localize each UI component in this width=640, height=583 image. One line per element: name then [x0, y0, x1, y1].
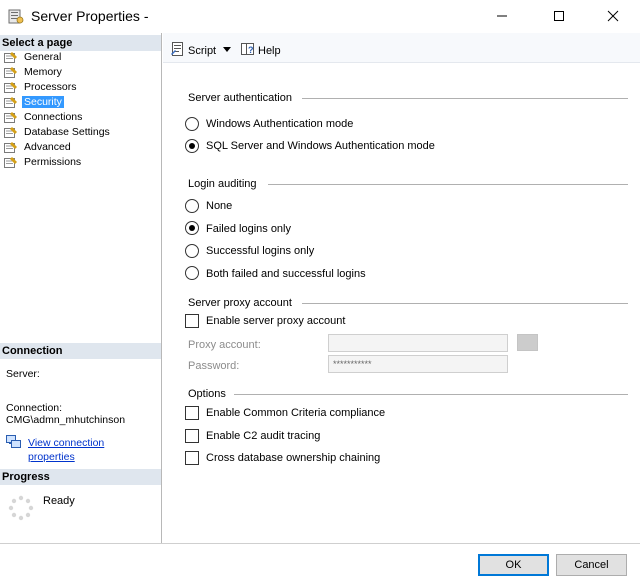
page-item-label: Security [22, 96, 64, 108]
connection-label: Connection: [6, 402, 63, 414]
toolbar [163, 33, 640, 63]
windows-auth-radio[interactable] [185, 117, 199, 131]
wrench-page-icon [4, 157, 18, 168]
progress-spinner-icon [8, 495, 34, 521]
script-dropdown-button[interactable] [222, 41, 232, 60]
minimize-button[interactable] [479, 0, 525, 32]
page-item-label: Database Settings [24, 126, 110, 138]
select-page-header: Select a page [0, 35, 161, 51]
sql-windows-auth-radio[interactable] [185, 139, 199, 153]
page-list: General Memory Processors Security Conne… [0, 50, 160, 170]
proxy-account-label: Proxy account: [188, 339, 261, 351]
script-label: Script [188, 44, 217, 57]
group-divider [302, 303, 628, 304]
audit-none-label[interactable]: None [206, 200, 232, 212]
wrench-page-icon [4, 52, 18, 63]
enable-proxy-label[interactable]: Enable server proxy account [206, 315, 345, 327]
ok-button[interactable]: OK [478, 554, 549, 576]
windows-auth-label[interactable]: Windows Authentication mode [206, 118, 353, 130]
common-criteria-label[interactable]: Enable Common Criteria compliance [206, 407, 385, 419]
audit-failed-label[interactable]: Failed logins only [206, 223, 291, 235]
progress-header: Progress [0, 469, 161, 485]
page-item-general[interactable]: General [0, 50, 160, 65]
connection-header: Connection [0, 343, 161, 359]
page-item-label: General [24, 51, 62, 63]
audit-successful-radio[interactable] [185, 244, 199, 258]
sql-windows-auth-label[interactable]: SQL Server and Windows Authentication mo… [206, 140, 435, 152]
cross-db-chaining-checkbox[interactable] [185, 451, 199, 465]
page-item-label: Processors [24, 81, 77, 93]
server-authentication-title: Server authentication [188, 92, 292, 104]
wrench-page-icon [4, 127, 18, 138]
password-input[interactable]: *********** [328, 355, 508, 373]
c2-audit-checkbox[interactable] [185, 429, 199, 443]
window-title: Server Properties - [31, 8, 149, 24]
svg-text:?: ? [248, 45, 254, 55]
minimize-icon [497, 15, 507, 17]
view-connection-line1[interactable]: View connection [28, 436, 104, 450]
wrench-page-icon [4, 82, 18, 93]
audit-both-radio[interactable] [185, 266, 199, 280]
left-pane: Select a page General Memory Processors … [0, 33, 162, 543]
options-title: Options [188, 388, 226, 400]
proxy-account-browse-button[interactable] [517, 334, 538, 351]
c2-audit-label[interactable]: Enable C2 audit tracing [206, 430, 320, 442]
page-item-database-settings[interactable]: Database Settings [0, 125, 160, 140]
page-item-label: Memory [24, 66, 62, 78]
audit-none-radio[interactable] [185, 199, 199, 213]
login-auditing-title: Login auditing [188, 178, 257, 190]
view-connection-properties-link[interactable]: View connection properties [28, 436, 104, 464]
server-label: Server: [6, 368, 40, 380]
title-bar: Server Properties - [0, 0, 640, 32]
password-label: Password: [188, 360, 240, 372]
page-item-processors[interactable]: Processors [0, 80, 160, 95]
page-item-label: Connections [24, 111, 83, 123]
wrench-page-icon [4, 142, 18, 153]
chevron-down-icon [222, 41, 232, 60]
group-divider [234, 394, 628, 395]
bottom-divider [0, 543, 640, 544]
close-icon [607, 10, 619, 22]
wrench-page-icon [4, 97, 18, 108]
connection-properties-icon [6, 435, 22, 449]
maximize-button[interactable] [536, 0, 582, 32]
audit-successful-label[interactable]: Successful logins only [206, 245, 314, 257]
connection-value: CMG\admn_mhutchinson [6, 414, 126, 426]
page-item-security[interactable]: Security [0, 95, 160, 110]
page-item-connections[interactable]: Connections [0, 110, 160, 125]
close-button[interactable] [590, 0, 636, 32]
cross-db-chaining-label[interactable]: Cross database ownership chaining [206, 452, 380, 464]
common-criteria-checkbox[interactable] [185, 406, 199, 420]
cancel-button[interactable]: Cancel [556, 554, 627, 576]
server-proxy-title: Server proxy account [188, 297, 292, 309]
progress-status: Ready [43, 495, 75, 507]
server-properties-icon [8, 8, 24, 24]
page-item-advanced[interactable]: Advanced [0, 140, 160, 155]
help-button[interactable]: ? Help [240, 41, 281, 60]
page-item-memory[interactable]: Memory [0, 65, 160, 80]
script-button[interactable]: Script [170, 41, 216, 60]
audit-failed-radio[interactable] [185, 221, 199, 235]
wrench-page-icon [4, 112, 18, 123]
page-item-label: Advanced [24, 141, 71, 153]
group-divider [268, 184, 628, 185]
wrench-page-icon [4, 67, 18, 78]
maximize-icon [554, 11, 564, 21]
help-icon: ? [240, 41, 256, 60]
help-label: Help [258, 44, 281, 57]
script-icon [170, 41, 186, 60]
view-connection-line2[interactable]: properties [28, 450, 104, 464]
enable-proxy-checkbox[interactable] [185, 314, 199, 328]
page-item-label: Permissions [24, 156, 82, 168]
audit-both-label[interactable]: Both failed and successful logins [206, 268, 366, 280]
group-divider [302, 98, 628, 99]
page-item-permissions[interactable]: Permissions [0, 155, 160, 170]
proxy-account-input[interactable] [328, 334, 508, 352]
